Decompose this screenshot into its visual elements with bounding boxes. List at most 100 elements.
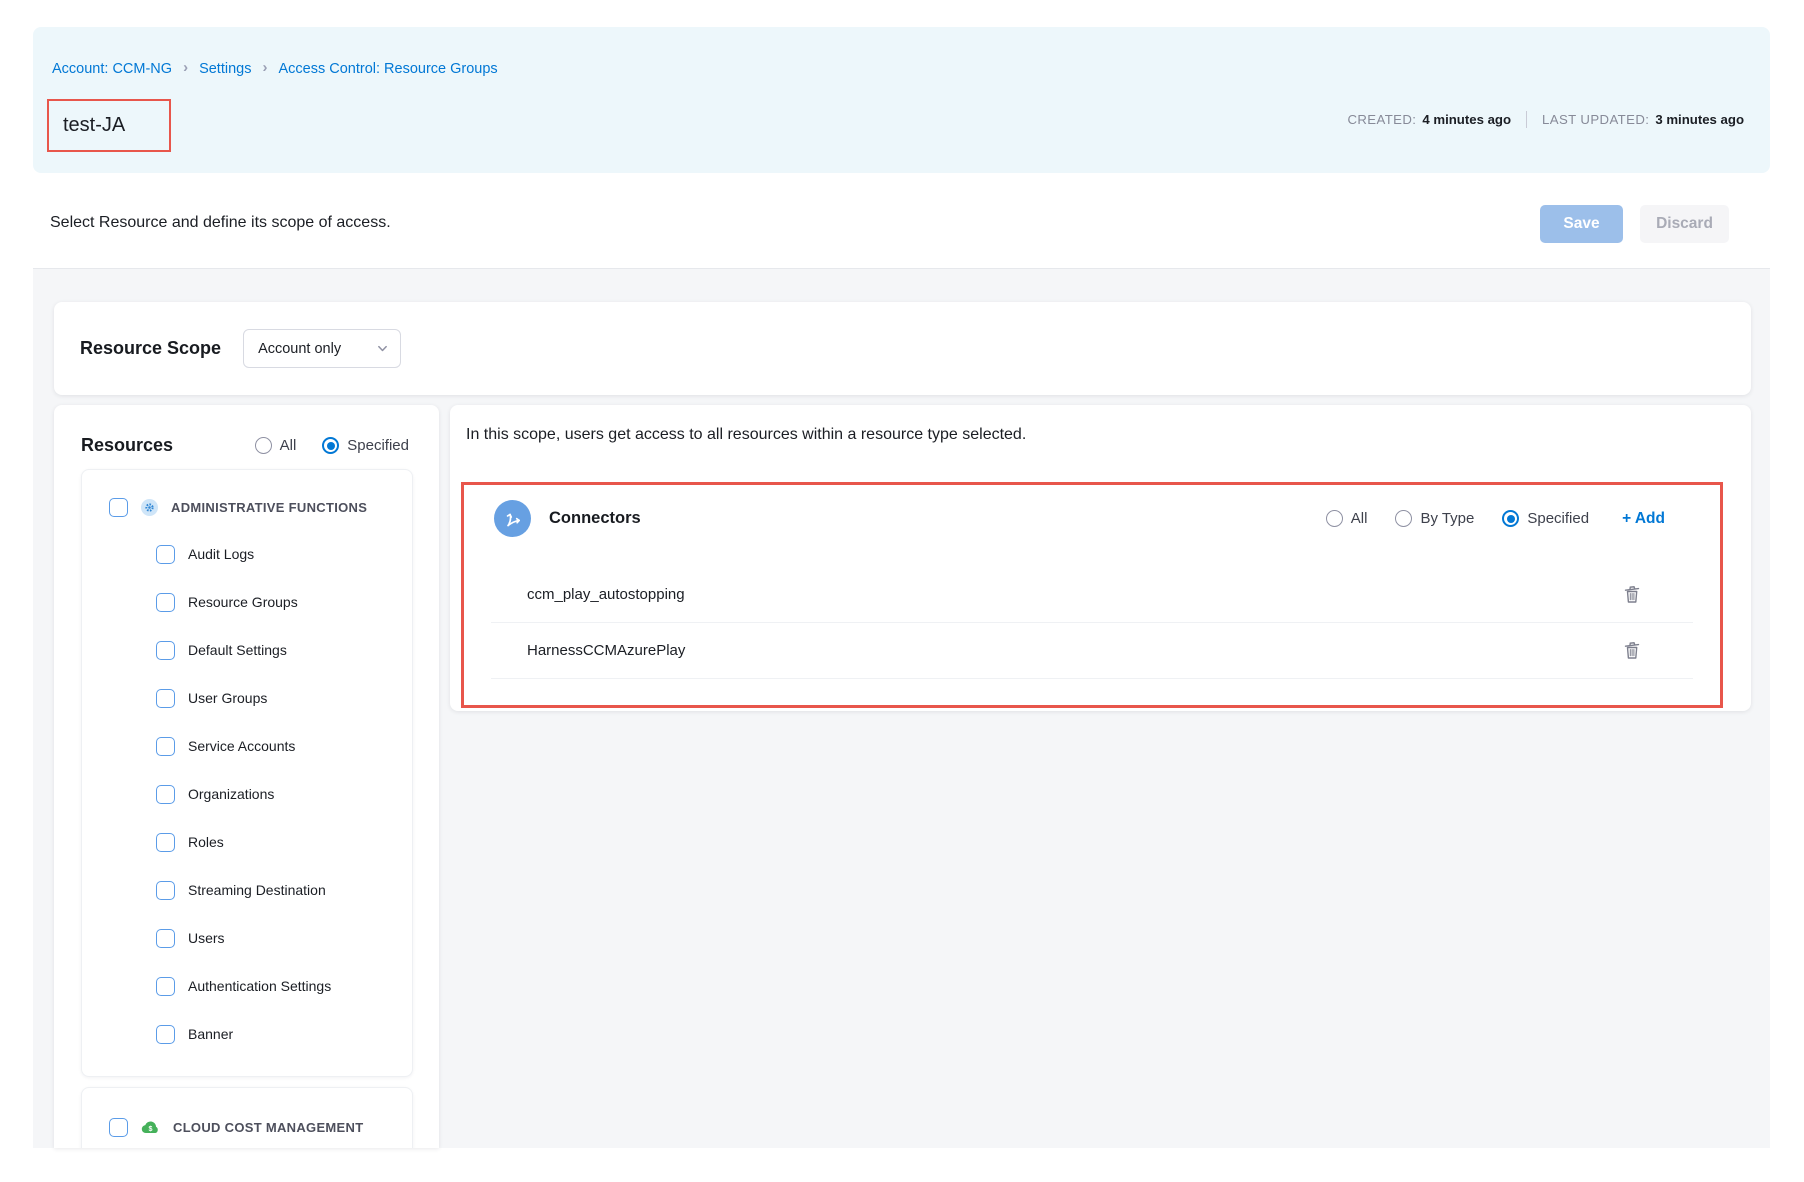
title-annotation-box: test-JA — [47, 99, 171, 152]
breadcrumb-settings[interactable]: Settings — [199, 61, 251, 77]
item-label: Users — [188, 930, 225, 946]
resource-item-resource-groups: Resource Groups — [82, 578, 412, 626]
connectors-radio-all[interactable]: All — [1326, 510, 1368, 527]
resource-scope-label: Resource Scope — [80, 338, 221, 359]
svg-text:$: $ — [149, 1124, 153, 1132]
page-header: Account: CCM-NG › Settings › Access Cont… — [33, 27, 1770, 173]
created-value: 4 minutes ago — [1422, 112, 1511, 127]
item-label: Streaming Destination — [188, 882, 326, 898]
item-label: Resource Groups — [188, 594, 298, 610]
chevron-right-icon: › — [262, 59, 267, 76]
item-label: Service Accounts — [188, 738, 295, 754]
item-label: Authentication Settings — [188, 978, 331, 994]
resource-item-streaming-destination: Streaming Destination — [82, 866, 412, 914]
radio-selected-icon — [1502, 510, 1519, 527]
radio-label: All — [1351, 510, 1368, 527]
group-label: CLOUD COST MANAGEMENT — [173, 1120, 363, 1135]
connectors-radio-by-type[interactable]: By Type — [1395, 510, 1474, 527]
toolbar-description: Select Resource and define its scope of … — [50, 214, 391, 232]
resources-panel: Resources All Specified — [54, 405, 439, 1148]
resources-radio-all[interactable]: All — [255, 437, 297, 454]
save-button[interactable]: Save — [1540, 205, 1623, 243]
resource-item-service-accounts: Service Accounts — [82, 722, 412, 770]
chevron-down-icon — [377, 343, 388, 354]
streaming-destination-checkbox[interactable] — [156, 881, 175, 900]
roles-checkbox[interactable] — [156, 833, 175, 852]
resource-item-authentication-settings: Authentication Settings — [82, 962, 412, 1010]
radio-label: By Type — [1420, 510, 1474, 527]
scope-panel: In this scope, users get access to all r… — [450, 405, 1751, 711]
resource-scope-selected-value: Account only — [258, 341, 377, 357]
radio-label: Specified — [347, 437, 409, 454]
page: Account: CCM-NG › Settings › Access Cont… — [0, 0, 1804, 1182]
resource-item-default-settings: Default Settings — [82, 626, 412, 674]
group-label: ADMINISTRATIVE FUNCTIONS — [171, 500, 367, 515]
trash-icon — [1622, 584, 1642, 605]
chevron-right-icon: › — [183, 59, 188, 76]
breadcrumb: Account: CCM-NG › Settings › Access Cont… — [52, 60, 498, 77]
connector-name: HarnessCCMAzurePlay — [527, 642, 685, 659]
radio-icon — [1395, 510, 1412, 527]
resource-group-cloud-cost-management: $ CLOUD COST MANAGEMENT — [81, 1087, 413, 1148]
breadcrumb-account[interactable]: Account: CCM-NG — [52, 61, 172, 77]
admin-functions-checkbox[interactable] — [109, 498, 128, 517]
resources-title: Resources — [81, 435, 173, 456]
resource-scope-select[interactable]: Account only — [243, 329, 401, 368]
discard-button[interactable]: Discard — [1640, 205, 1729, 243]
last-updated-label: LAST UPDATED: — [1542, 112, 1649, 127]
banner-checkbox[interactable] — [156, 1025, 175, 1044]
connectors-radio-specified[interactable]: Specified — [1502, 510, 1589, 527]
connectors-annotation-box: Connectors All By Type Specified — [461, 482, 1723, 708]
organizations-checkbox[interactable] — [156, 785, 175, 804]
resource-item-user-groups: User Groups — [82, 674, 412, 722]
connectors-title: Connectors — [549, 509, 641, 528]
resources-scope-radios: All Specified — [255, 437, 409, 454]
page-title: test-JA — [63, 114, 125, 137]
radio-icon — [255, 437, 272, 454]
item-label: Audit Logs — [188, 546, 254, 562]
radio-label: Specified — [1527, 510, 1589, 527]
resources-radio-specified[interactable]: Specified — [322, 437, 409, 454]
trash-icon — [1622, 640, 1642, 661]
radio-label: All — [280, 437, 297, 454]
resource-item-roles: Roles — [82, 818, 412, 866]
user-groups-checkbox[interactable] — [156, 689, 175, 708]
delete-connector-button[interactable] — [1621, 640, 1643, 662]
header-meta: CREATED: 4 minutes ago LAST UPDATED: 3 m… — [1347, 111, 1744, 128]
created-label: CREATED: — [1347, 112, 1416, 127]
item-label: User Groups — [188, 690, 267, 706]
item-label: Banner — [188, 1026, 233, 1042]
resource-groups-checkbox[interactable] — [156, 593, 175, 612]
item-label: Default Settings — [188, 642, 287, 658]
resource-item-users: Users — [82, 914, 412, 962]
default-settings-checkbox[interactable] — [156, 641, 175, 660]
audit-logs-checkbox[interactable] — [156, 545, 175, 564]
add-connector-button[interactable]: + Add — [1622, 510, 1665, 528]
connectors-scope-radios: All By Type Specified — [1326, 510, 1589, 527]
meta-divider — [1526, 111, 1527, 128]
radio-icon — [1326, 510, 1343, 527]
breadcrumb-access-control[interactable]: Access Control: Resource Groups — [278, 61, 497, 77]
authentication-settings-checkbox[interactable] — [156, 977, 175, 996]
gear-icon — [141, 499, 158, 516]
delete-connector-button[interactable] — [1621, 584, 1643, 606]
cloud-dollar-icon: $ — [141, 1120, 160, 1135]
last-updated-value: 3 minutes ago — [1655, 112, 1744, 127]
scope-description: In this scope, users get access to all r… — [466, 426, 1026, 444]
resource-item-organizations: Organizations — [82, 770, 412, 818]
resource-item-banner: Banner — [82, 1010, 412, 1058]
connectors-list: ccm_play_autostopping HarnessCCMAzurePla… — [491, 567, 1693, 679]
resource-item-audit-logs: Audit Logs — [82, 530, 412, 578]
item-label: Organizations — [188, 786, 274, 802]
radio-selected-icon — [322, 437, 339, 454]
users-checkbox[interactable] — [156, 929, 175, 948]
resource-scope-card: Resource Scope Account only — [54, 302, 1751, 395]
action-toolbar: Select Resource and define its scope of … — [33, 173, 1770, 269]
cloud-cost-management-checkbox[interactable] — [109, 1118, 128, 1137]
connector-row: HarnessCCMAzurePlay — [491, 623, 1693, 679]
resource-group-admin-functions: ADMINISTRATIVE FUNCTIONS Audit Logs Reso… — [81, 469, 413, 1077]
service-accounts-checkbox[interactable] — [156, 737, 175, 756]
connector-name: ccm_play_autostopping — [527, 586, 685, 603]
content-area: Resource Scope Account only Resources Al… — [33, 269, 1770, 1148]
branch-arrows-icon — [494, 500, 531, 537]
